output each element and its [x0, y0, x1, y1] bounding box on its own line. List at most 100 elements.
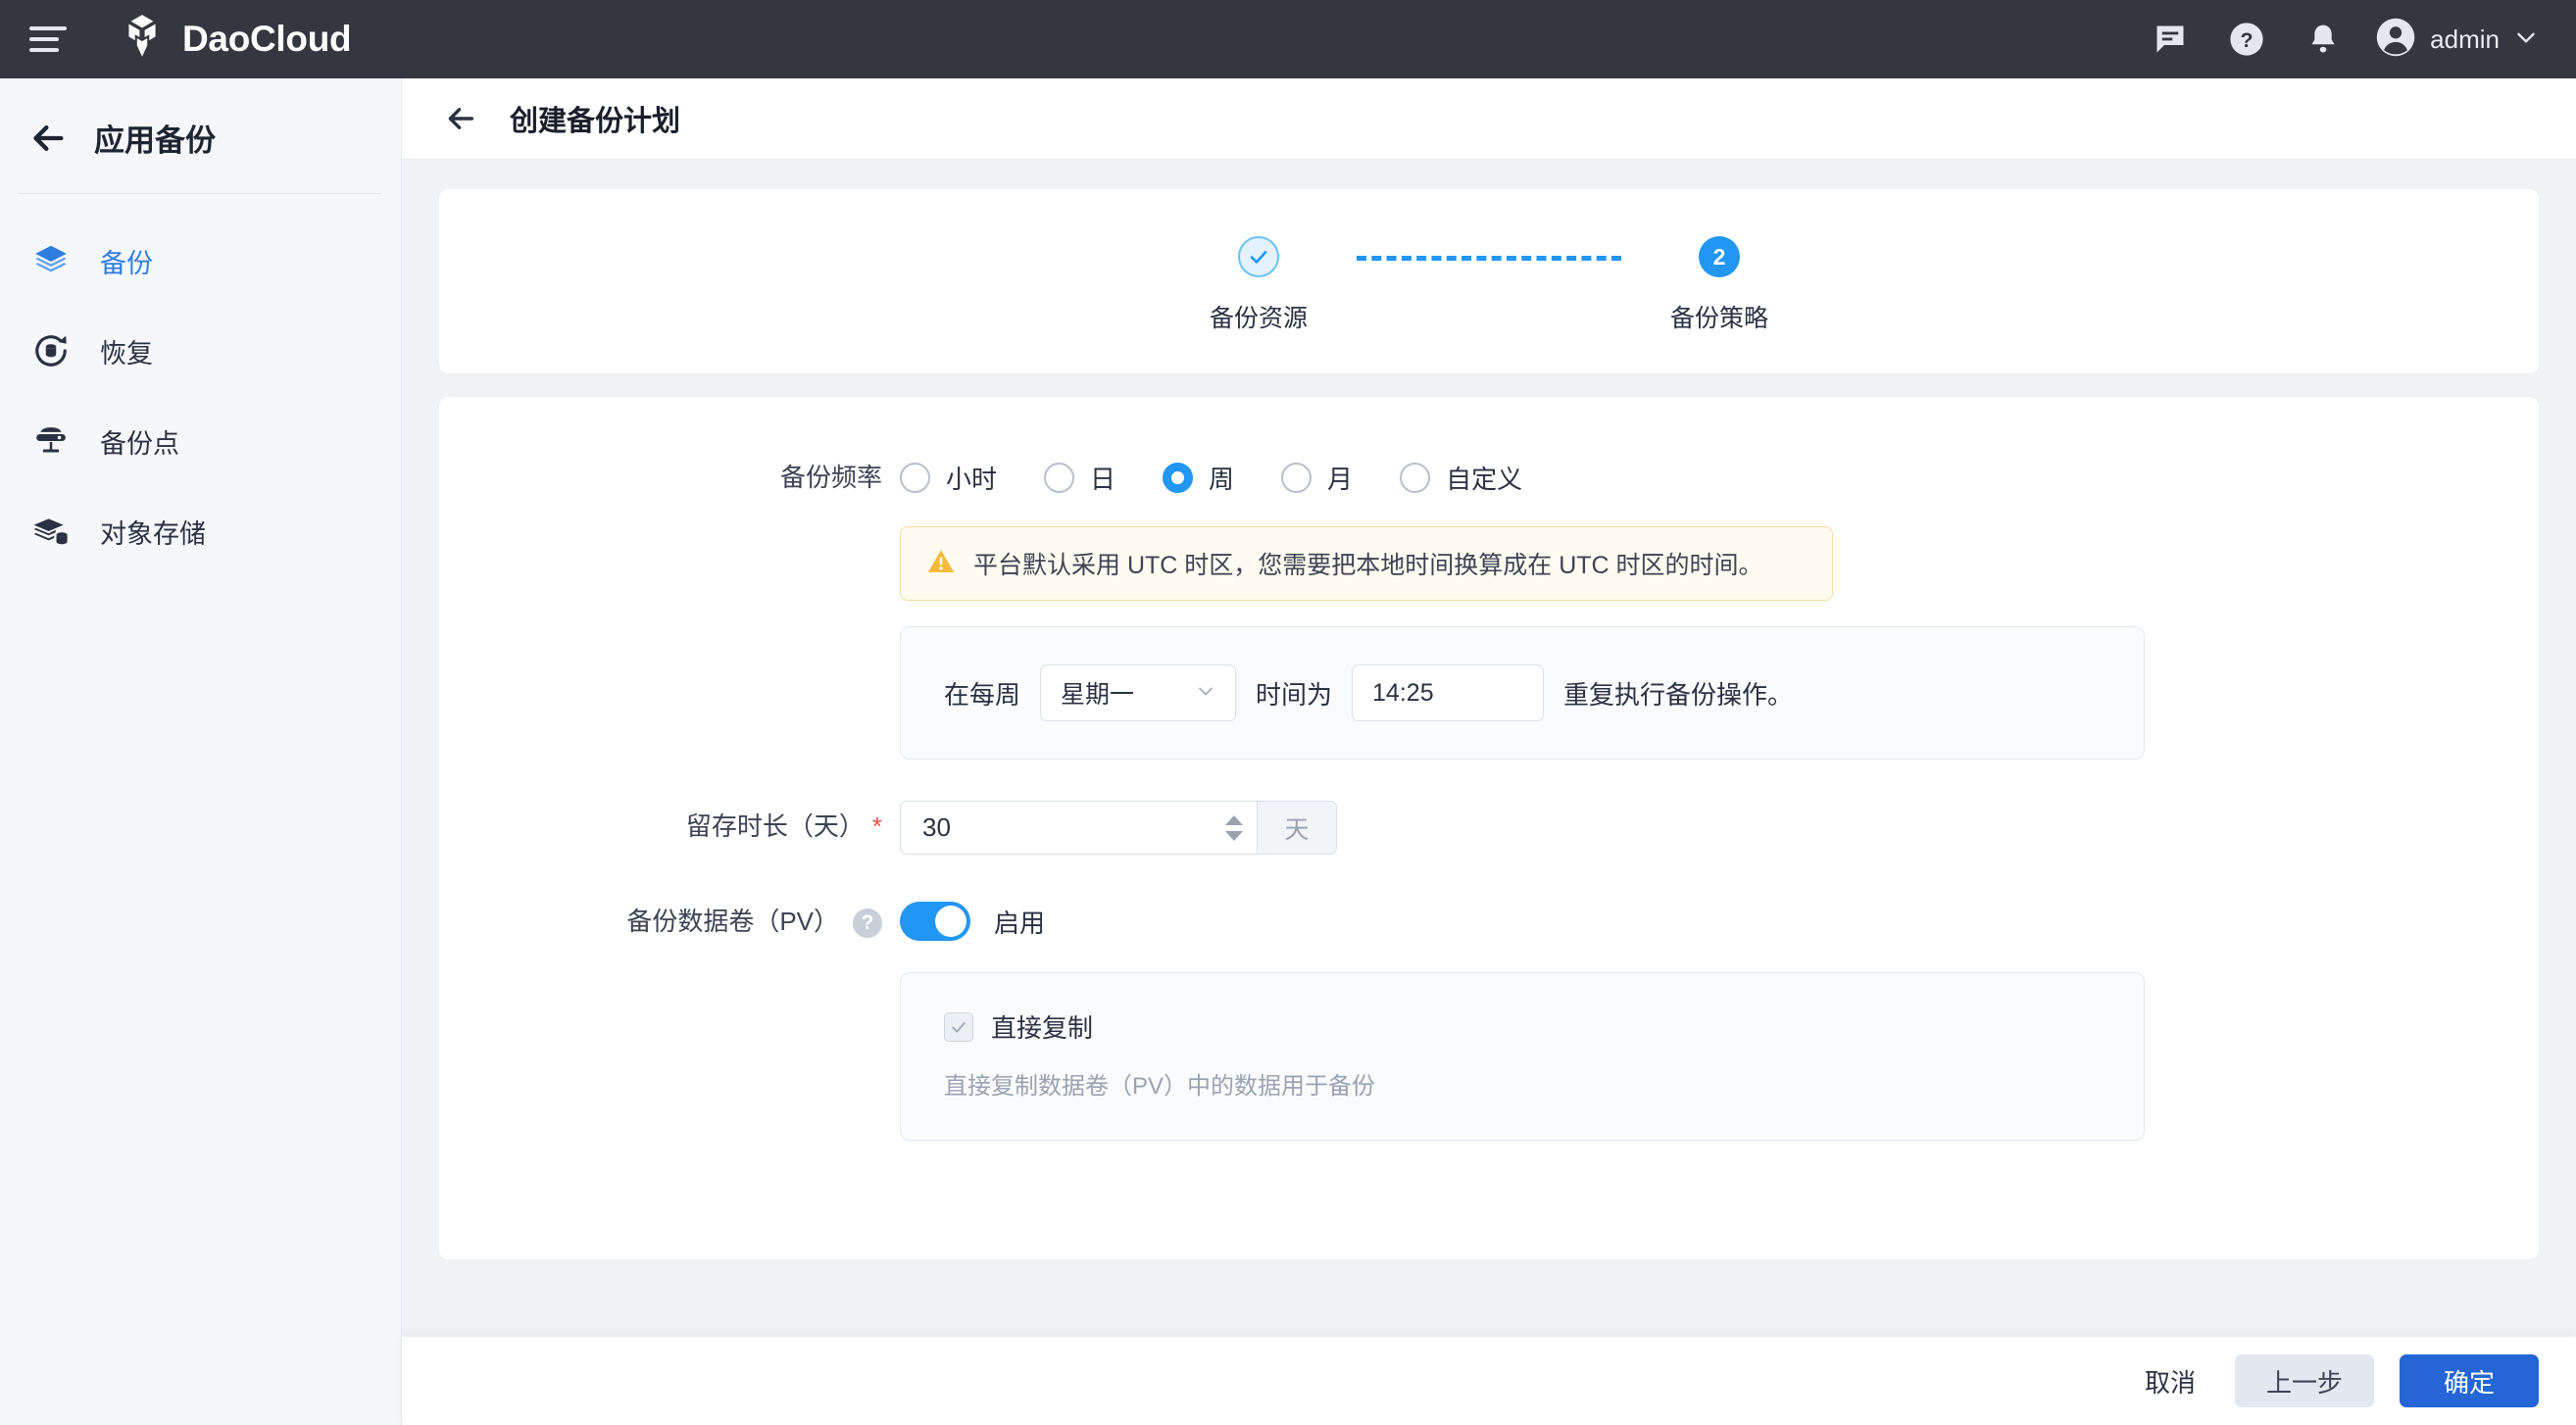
- warning-triangle-icon: [926, 547, 956, 581]
- sidebar-item-restore[interactable]: 恢复: [0, 306, 401, 396]
- stepper-steps: 备份资源 2 备份策略: [1161, 236, 1817, 334]
- stepper: 备份资源 2 备份策略: [439, 236, 2539, 334]
- brand-logo[interactable]: DaoCloud: [118, 13, 351, 67]
- chevron-down-icon[interactable]: [2513, 25, 2539, 55]
- radio-circle-icon: [900, 463, 930, 493]
- direct-copy-checkbox-row[interactable]: 直接复制: [944, 1008, 2101, 1045]
- radio-label: 自定义: [1446, 460, 1522, 496]
- sidebar-back-icon[interactable]: [27, 118, 69, 159]
- utc-warning-text: 平台默认采用 UTC 时区，您需要把本地时间换算成在 UTC 时区的时间。: [973, 546, 1763, 581]
- retention-input[interactable]: 30: [900, 801, 1257, 855]
- radio-label: 小时: [946, 460, 997, 496]
- sidebar-item-label: 对象存储: [100, 513, 206, 551]
- stepper-down-icon[interactable]: [1225, 831, 1243, 841]
- sidebar-item-label: 备份点: [100, 422, 179, 461]
- retention-row: 留存时长（天）* 30: [439, 801, 2539, 855]
- pv-backup-label: 备份数据卷（PV）: [626, 907, 839, 936]
- pv-backup-label-wrap: 备份数据卷（PV）?: [439, 896, 900, 947]
- content-scroll: 备份资源 2 备份策略 备份频率: [402, 160, 2576, 1337]
- toggle-knob: [935, 906, 966, 937]
- pv-backup-toggle-label: 启用: [994, 904, 1045, 940]
- radio-month[interactable]: 月: [1281, 460, 1353, 496]
- radio-label: 月: [1327, 460, 1353, 496]
- previous-step-button[interactable]: 上一步: [2235, 1354, 2374, 1407]
- retention-input-group: 30 天: [900, 801, 1337, 855]
- content-area: 创建备份计划 备份资源: [402, 78, 2576, 1425]
- schedule-prefix: 在每周: [944, 675, 1020, 712]
- hamburger-line: [29, 26, 67, 30]
- body-area: 应用备份 备份: [0, 78, 2576, 1425]
- hamburger-icon[interactable]: [29, 20, 69, 59]
- sidebar-nav: 备份 恢复: [0, 194, 401, 576]
- layers-icon: [29, 242, 73, 279]
- page-back-icon[interactable]: [441, 99, 480, 138]
- app-root: DaoCloud ?: [0, 0, 2576, 1425]
- sidebar: 应用备份 备份: [0, 78, 402, 1425]
- help-circle-icon[interactable]: ?: [2208, 0, 2285, 78]
- pv-backup-row: 备份数据卷（PV）? 启用: [439, 896, 2539, 1141]
- header-actions: ? admin: [2132, 0, 2543, 78]
- step-label: 备份策略: [1670, 299, 1768, 334]
- pv-backup-toggle[interactable]: [900, 902, 970, 941]
- svg-text:?: ?: [2241, 28, 2254, 52]
- sidebar-title: 应用备份: [94, 116, 216, 160]
- help-circle-icon[interactable]: ?: [853, 909, 882, 938]
- sidebar-item-backup-point[interactable]: 备份点: [0, 396, 401, 486]
- sidebar-item-backup[interactable]: 备份: [0, 216, 401, 306]
- retention-field: 30 天: [900, 801, 2539, 855]
- hamburger-line: [29, 48, 59, 52]
- step-backup-resource[interactable]: 备份资源: [1161, 236, 1357, 334]
- page-title: 创建备份计划: [510, 98, 680, 139]
- radio-label: 周: [1209, 460, 1234, 496]
- radio-day[interactable]: 日: [1044, 460, 1115, 496]
- direct-copy-checkbox[interactable]: [944, 1012, 973, 1042]
- time-input[interactable]: 14:25: [1352, 664, 1544, 721]
- utc-warning-banner: 平台默认采用 UTC 时区，您需要把本地时间换算成在 UTC 时区的时间。: [900, 526, 1833, 601]
- action-footer: 取消 上一步 确定: [402, 1337, 2576, 1425]
- direct-copy-description: 直接复制数据卷（PV）中的数据用于备份: [944, 1066, 2101, 1101]
- step-label: 备份资源: [1210, 299, 1308, 334]
- backup-point-icon: [29, 422, 73, 460]
- schedule-suffix: 重复执行备份操作。: [1563, 675, 1793, 712]
- radio-custom[interactable]: 自定义: [1400, 460, 1522, 496]
- radio-week[interactable]: 周: [1163, 460, 1234, 496]
- frequency-radio-group: 小时 日 周: [900, 452, 2539, 503]
- cancel-button[interactable]: 取消: [2131, 1363, 2209, 1400]
- weekday-select[interactable]: 星期一: [1040, 664, 1236, 721]
- step-indicator-done: [1238, 236, 1279, 277]
- stepper-up-icon[interactable]: [1225, 815, 1243, 825]
- user-name: admin: [2430, 25, 2500, 55]
- brand-name: DaoCloud: [182, 19, 351, 60]
- radio-hour[interactable]: 小时: [900, 460, 997, 496]
- radio-circle-icon: [1281, 463, 1312, 493]
- confirm-button[interactable]: 确定: [2400, 1354, 2539, 1407]
- stepper-card: 备份资源 2 备份策略: [439, 189, 2539, 373]
- step-indicator-current: 2: [1699, 236, 1740, 277]
- radio-circle-selected-icon: [1163, 463, 1193, 493]
- sidebar-item-label: 恢复: [100, 332, 153, 370]
- radio-circle-icon: [1400, 463, 1430, 493]
- bell-icon[interactable]: [2285, 0, 2361, 78]
- direct-copy-label: 直接复制: [991, 1008, 1093, 1045]
- step-backup-policy[interactable]: 2 备份策略: [1621, 236, 1817, 334]
- user-menu[interactable]: admin: [2375, 17, 2543, 63]
- sidebar-item-object-storage[interactable]: 对象存储: [0, 486, 401, 576]
- avatar: [2375, 17, 2416, 63]
- restore-icon: [29, 332, 73, 369]
- hamburger-line: [29, 37, 59, 41]
- retention-value: 30: [922, 812, 951, 843]
- schedule-middle: 时间为: [1256, 675, 1332, 712]
- daocloud-cube-icon: [118, 13, 167, 67]
- top-header: DaoCloud ?: [0, 0, 2576, 78]
- pv-backup-toggle-row: 启用: [900, 896, 2539, 947]
- schedule-box: 在每周 星期一 时间为 14:25 重复执行备份操作。: [900, 626, 2145, 760]
- frequency-row: 备份频率 小时 日: [439, 452, 2539, 760]
- required-mark: *: [872, 811, 882, 841]
- chat-icon[interactable]: [2132, 0, 2208, 78]
- sidebar-item-label: 备份: [100, 242, 153, 280]
- quantity-stepper[interactable]: [1225, 815, 1247, 841]
- retention-label-wrap: 留存时长（天）*: [439, 801, 900, 852]
- sidebar-header: 应用备份: [0, 78, 401, 193]
- pv-backup-field: 启用 直接复制 直接复制数据卷（PV）中的数据用于备份: [900, 896, 2539, 1141]
- chevron-down-icon: [1194, 679, 1217, 708]
